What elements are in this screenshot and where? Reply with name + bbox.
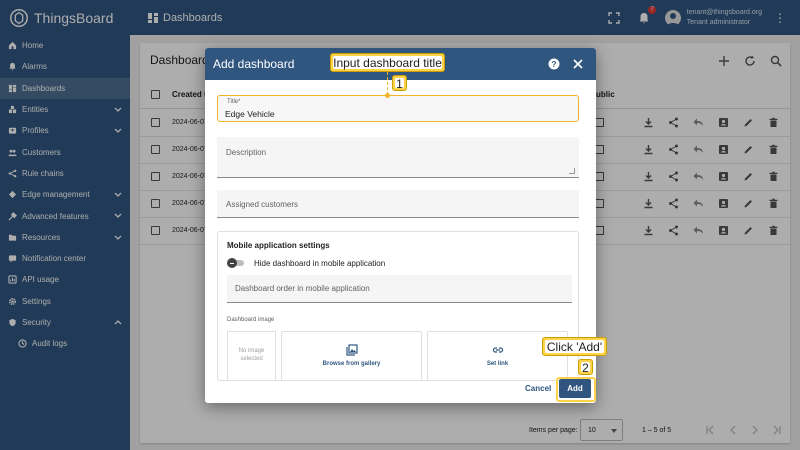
annotation-step2-text: Click 'Add': [545, 340, 604, 354]
assigned-customers-label: Assigned customers: [226, 200, 299, 209]
set-link-label: Set link: [486, 361, 509, 367]
add-dashboard-dialog: Add dashboard ? Title* Edge Vehicle Desc…: [205, 48, 596, 403]
annotation-leader-dot: [385, 93, 390, 98]
description-label: Description: [226, 148, 267, 157]
browse-gallery-button[interactable]: Browse from gallery: [281, 331, 422, 381]
annotation-step1-text: Input dashboard title: [333, 56, 442, 70]
link-icon: [492, 347, 503, 353]
help-icon[interactable]: ?: [548, 58, 560, 70]
title-label: Title*: [227, 99, 241, 105]
dialog-title: Add dashboard: [213, 57, 295, 71]
hide-in-mobile-toggle[interactable]: [227, 258, 245, 268]
title-input-value[interactable]: Edge Vehicle: [225, 109, 275, 119]
annotation-step1-callout: Input dashboard title: [330, 53, 445, 72]
close-icon[interactable]: [572, 58, 584, 70]
no-image-text: No image: [238, 348, 265, 354]
description-field[interactable]: Description: [217, 137, 579, 178]
mobile-order-label: Dashboard order in mobile application: [235, 284, 370, 293]
no-image-placeholder: No image selected: [227, 331, 276, 381]
resize-handle-icon[interactable]: [569, 168, 575, 174]
gallery-icon: [345, 344, 358, 356]
no-image-text-2: selected: [240, 356, 263, 362]
dashboard-image-label: Dashboard image: [227, 317, 275, 323]
annotation-leader-line: [387, 72, 388, 95]
mobile-settings-panel: Mobile application settings Hide dashboa…: [217, 231, 579, 381]
annotation-step2-number: 2: [578, 359, 593, 375]
svg-text:?: ?: [552, 60, 557, 69]
hide-in-mobile-label[interactable]: Hide dashboard in mobile application: [254, 259, 385, 268]
mobile-order-field[interactable]: Dashboard order in mobile application: [227, 275, 572, 303]
title-field[interactable]: Title* Edge Vehicle: [217, 95, 579, 122]
browse-gallery-label: Browse from gallery: [322, 361, 381, 367]
annotation-add-highlight: [556, 377, 596, 402]
mobile-settings-header: Mobile application settings: [227, 241, 330, 250]
cancel-button[interactable]: Cancel: [525, 384, 551, 393]
annotation-step1-number: 1: [392, 75, 407, 91]
annotation-step2-callout: Click 'Add': [542, 337, 607, 356]
assigned-customers-field[interactable]: Assigned customers: [217, 190, 579, 218]
annotation-step1-num: 1: [395, 77, 404, 91]
annotation-step2-num: 2: [581, 361, 590, 375]
